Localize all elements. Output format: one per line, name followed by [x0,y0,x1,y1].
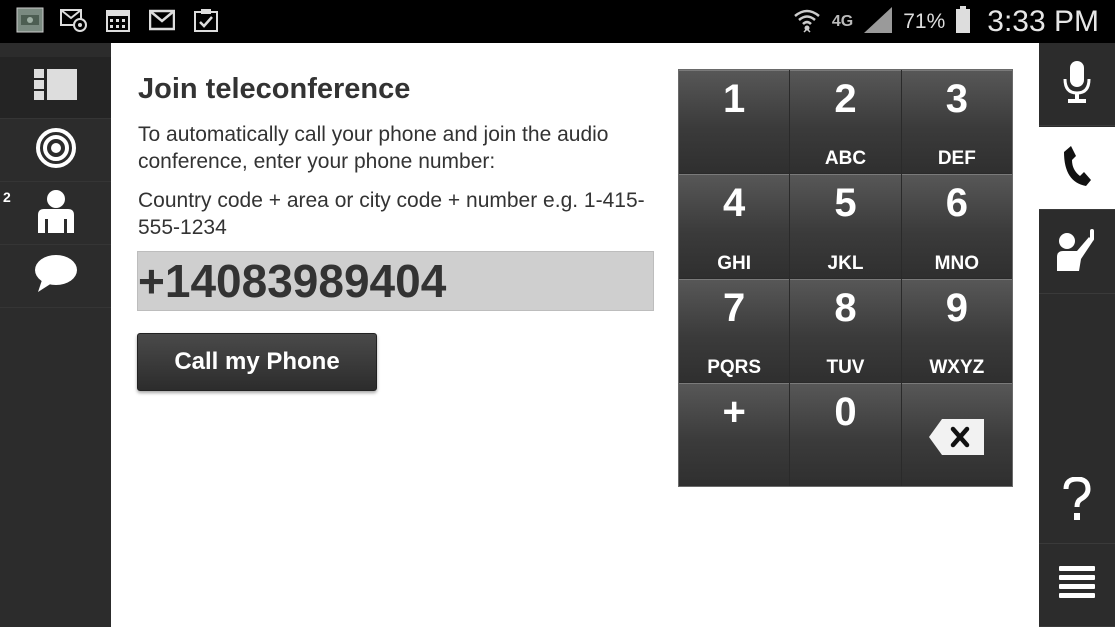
clipboard-check-icon [192,6,220,34]
sidebar-item-chat[interactable] [0,246,111,308]
key-1[interactable]: 1 [679,70,790,174]
wifi-icon [792,5,822,40]
clock: 3:33 PM [987,5,1099,38]
chat-bubble-icon [34,254,78,299]
teleconference-panel: Join teleconference To automatically cal… [111,43,1039,627]
menu-icon [1058,564,1096,607]
left-sidebar: 2 [0,43,111,627]
call-my-phone-button[interactable]: Call my Phone [137,333,377,391]
phone-icon [1062,144,1092,193]
key-0[interactable]: 0 [790,382,901,486]
layout-panels-icon [33,69,78,106]
raise-hand-icon [1055,227,1099,278]
key-6[interactable]: 6 MNO [901,174,1012,278]
sidebar-item-target[interactable] [0,120,111,182]
help-icon [1063,475,1091,528]
system-status: 4G 71% 3:33 PM [792,4,1099,40]
phone-button[interactable] [1039,127,1115,210]
key-5[interactable]: 5 JKL [790,174,901,278]
notification-icons [16,6,220,34]
sidebar-item-layout[interactable] [0,57,111,119]
network-type: 4G [831,13,854,30]
menu-button[interactable] [1039,545,1115,627]
gmail-icon [148,6,176,34]
signal-icon [863,6,893,39]
right-sidebar [1039,43,1115,627]
status-bar: 4G 71% 3:33 PM [0,0,1115,43]
key-3[interactable]: 3 DEF [901,70,1012,174]
key-backspace[interactable] [901,382,1012,486]
target-icon [35,127,77,174]
backspace-icon [928,418,986,461]
battery-icon [955,5,971,39]
help-button[interactable] [1039,461,1115,544]
key-4[interactable]: 4 GHI [679,174,790,278]
page-title: Join teleconference [138,73,411,105]
microphone-button[interactable] [1039,43,1115,126]
app-icon [16,6,44,34]
email-at-icon [60,6,88,34]
participant-icon [36,189,76,238]
key-7[interactable]: 7 PQRS [679,278,790,382]
sidebar-item-participants[interactable]: 2 [0,183,111,245]
microphone-icon [1062,59,1092,110]
key-2[interactable]: 2 ABC [790,70,901,174]
instructions-text: To automatically call your phone and joi… [138,123,609,173]
dial-keypad: 1 2 ABC 3 DEF 4 GHI 5 JKL 6 MNO 7 PQRS 8 TUV 9W… [678,69,1013,487]
format-hint: Country code + area or city code + numbe… [138,189,645,239]
key-plus[interactable]: + [679,382,790,486]
calendar-icon [104,6,132,34]
participant-count-badge: 2 [3,189,11,205]
key-9[interactable]: 9 WXYZ [901,278,1012,382]
battery-level: 71% [903,10,946,33]
phone-number-input[interactable] [137,251,654,311]
key-8[interactable]: 8 TUV [790,278,901,382]
raise-hand-button[interactable] [1039,211,1115,294]
